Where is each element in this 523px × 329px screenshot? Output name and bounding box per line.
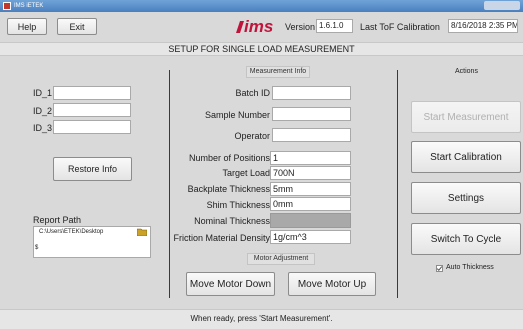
settings-button[interactable]: Settings — [411, 182, 521, 214]
shim-thickness-label: Shim Thickness — [206, 200, 270, 210]
start-measurement-button[interactable]: Start Measurement — [411, 101, 521, 133]
title-bar: IMS iETEK — [0, 0, 523, 12]
ims-logo-text: ims — [244, 17, 274, 36]
window-controls[interactable] — [484, 1, 520, 10]
move-motor-up-button[interactable]: Move Motor Up — [288, 272, 376, 296]
auto-thickness-label: Auto Thickness — [446, 264, 494, 271]
actions-title: Actions — [455, 68, 478, 75]
switch-to-cycle-button[interactable]: Switch To Cycle — [411, 223, 521, 255]
positions-label: Number of Positions — [188, 153, 270, 163]
start-calibration-button[interactable]: Start Calibration — [411, 141, 521, 173]
restore-info-button[interactable]: Restore Info — [53, 157, 132, 181]
auto-thickness-checkbox[interactable] — [436, 265, 443, 272]
id2-field[interactable] — [53, 103, 131, 117]
version-field: 1.6.1.0 — [316, 19, 353, 33]
id2-label: ID_2 — [33, 106, 53, 116]
move-motor-down-button[interactable]: Move Motor Down — [186, 272, 275, 296]
operator-field[interactable] — [272, 128, 351, 142]
positions-field[interactable]: 1 — [270, 151, 351, 165]
nominal-thickness-field — [270, 213, 351, 228]
batch-id-field[interactable] — [272, 86, 351, 100]
divider-right — [397, 70, 398, 298]
density-field[interactable]: 1g/cm^3 — [270, 230, 351, 244]
backplate-thickness-label: Backplate Thickness — [187, 184, 270, 194]
id3-field[interactable] — [53, 120, 131, 134]
calibration-field: 8/16/2018 2:35 PM — [448, 19, 518, 33]
operator-label: Operator — [234, 131, 270, 141]
divider-left — [169, 70, 170, 298]
report-path-marker: $ — [35, 245, 39, 251]
density-label: Friction Material Density — [173, 233, 270, 243]
status-bar: When ready, press 'Start Measurement'. — [0, 309, 523, 329]
calibration-label: Last ToF Calibration — [360, 22, 440, 32]
motor-adjustment-title: Motor Adjustment — [247, 253, 315, 265]
measurement-info-title: Measurement Info — [246, 66, 310, 78]
sample-number-label: Sample Number — [204, 110, 270, 120]
app-icon — [3, 2, 11, 10]
app-window: IMS iETEK Help Exit ims Version 1.6.1.0 … — [0, 0, 523, 329]
batch-id-label: Batch ID — [235, 88, 270, 98]
target-load-label: Target Load — [222, 168, 270, 178]
id1-field[interactable] — [53, 86, 131, 100]
report-path-box[interactable]: C:\Users\ETEK\Desktop $ — [33, 226, 151, 258]
id3-label: ID_3 — [33, 123, 53, 133]
window-title: IMS iETEK — [14, 3, 44, 9]
nominal-thickness-label: Nominal Thickness — [194, 216, 270, 226]
shim-thickness-field[interactable]: 0mm — [270, 197, 351, 211]
page-title: SETUP FOR SINGLE LOAD MEASUREMENT — [0, 42, 523, 56]
version-label: Version — [285, 22, 316, 32]
target-load-field[interactable]: 700N — [270, 166, 351, 180]
backplate-thickness-field[interactable]: 5mm — [270, 182, 351, 196]
folder-icon[interactable] — [136, 228, 148, 237]
exit-button[interactable]: Exit — [57, 18, 97, 35]
report-path-label: Report Path — [33, 215, 82, 225]
help-button[interactable]: Help — [7, 18, 47, 35]
report-path-text: C:\Users\ETEK\Desktop — [39, 229, 104, 235]
sample-number-field[interactable] — [272, 107, 351, 121]
check-icon — [436, 266, 443, 271]
id1-label: ID_1 — [33, 88, 53, 98]
